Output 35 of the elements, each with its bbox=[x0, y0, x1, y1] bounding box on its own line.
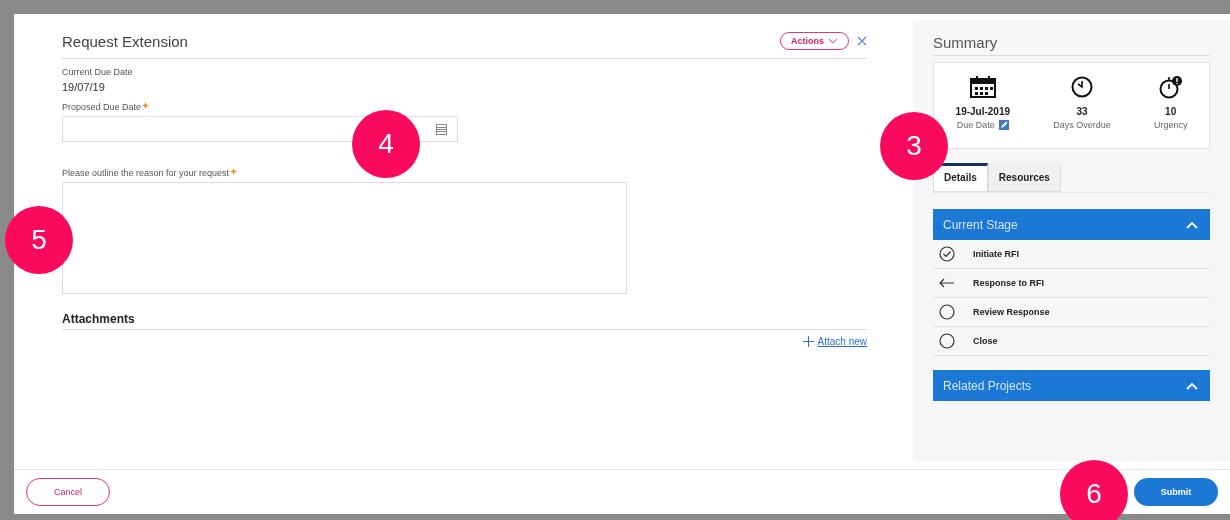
tab[interactable]: Details bbox=[933, 163, 988, 192]
submit-button[interactable]: Submit bbox=[1134, 478, 1218, 506]
summary-title: Summary bbox=[933, 34, 1210, 56]
stat-label: Days Overdue bbox=[1053, 120, 1111, 130]
close-icon[interactable] bbox=[857, 36, 867, 46]
field-label: Please outline the reason for your request bbox=[62, 168, 230, 178]
stat-value: 10 bbox=[1165, 106, 1177, 117]
calendar-icon[interactable] bbox=[436, 123, 447, 135]
calendar-icon bbox=[969, 75, 996, 99]
chevron-icon[interactable] bbox=[1186, 220, 1198, 229]
clock-icon bbox=[1071, 75, 1093, 99]
attachments-heading: Attachments bbox=[62, 312, 867, 330]
plus-icon[interactable] bbox=[802, 336, 814, 347]
stage-name: Review Response bbox=[973, 307, 1050, 317]
stage-name: Initiate RFI bbox=[973, 249, 1019, 259]
attach-new-link[interactable]: Attach new bbox=[817, 336, 867, 347]
field-label: Current Due Date bbox=[62, 67, 134, 77]
stat-label: Due Date bbox=[956, 120, 995, 130]
panel-header[interactable]: Related Projects bbox=[933, 370, 1210, 401]
chevron-icon[interactable] bbox=[1186, 381, 1198, 390]
stat-value: 33 bbox=[1076, 106, 1088, 117]
panel-header[interactable]: Current Stage bbox=[933, 209, 1210, 240]
actions-button[interactable]: Actions bbox=[780, 32, 849, 50]
stat-label: Urgency bbox=[1153, 120, 1188, 130]
field-label: Proposed Due Date bbox=[62, 102, 142, 112]
dialog-title: Request Extension bbox=[62, 32, 189, 50]
stage-name: Response to RFI bbox=[973, 278, 1044, 288]
current-due-date: 19/07/19 bbox=[62, 81, 106, 93]
stage-name: Close bbox=[973, 336, 998, 346]
caret-icon[interactable] bbox=[828, 38, 838, 44]
tab[interactable]: Resources bbox=[987, 163, 1061, 192]
cancel-button[interactable]: Cancel bbox=[26, 478, 110, 506]
edit-icon[interactable] bbox=[998, 120, 1009, 130]
stat-value: 19-Jul-2019 bbox=[955, 106, 1011, 117]
stopwatch-icon bbox=[1158, 75, 1183, 99]
